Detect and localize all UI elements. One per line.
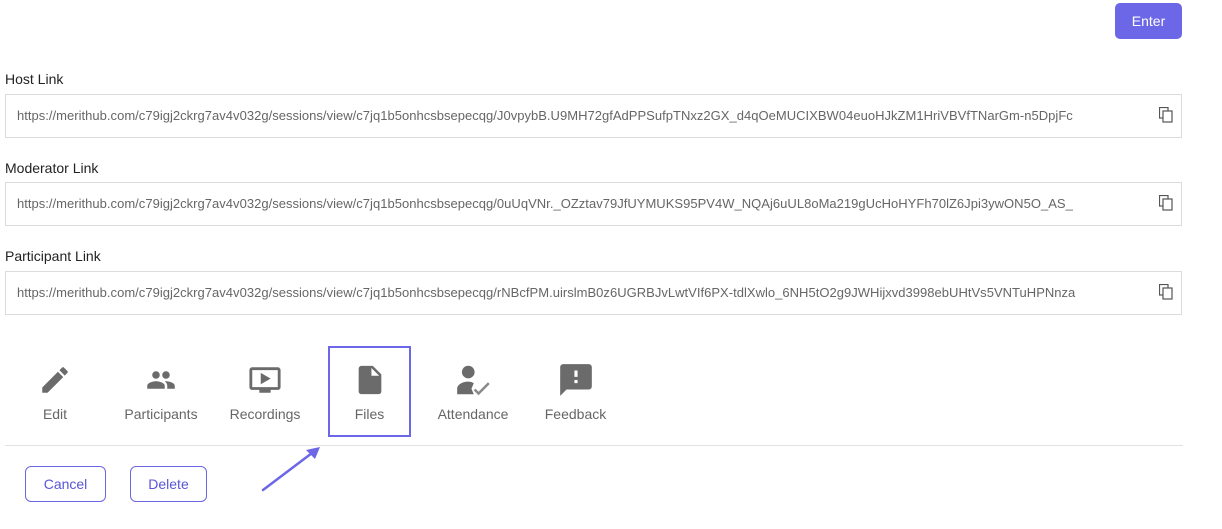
recordings-label: Recordings [229,406,301,422]
copy-icon[interactable] [1159,195,1173,211]
edit-action[interactable]: Edit [25,345,85,435]
session-details-panel: Enter Host Link https://merithub.com/c79… [0,0,1222,529]
participants-action[interactable]: Participants [121,345,201,435]
participants-label: Participants [124,406,198,422]
annotation-arrow-icon [261,447,320,492]
enter-button[interactable]: Enter [1115,3,1182,39]
copy-icon[interactable] [1159,284,1173,300]
attendance-action[interactable]: Attendance [433,345,513,435]
cancel-button[interactable]: Cancel [25,466,106,502]
delete-button[interactable]: Delete [130,466,207,502]
feedback-icon [559,364,592,396]
feedback-label: Feedback [544,406,607,422]
copy-icon[interactable] [1159,107,1173,123]
participant-link-url: https://merithub.com/c79igj2ckrg7av4v032… [17,285,1076,300]
file-icon [358,365,381,395]
moderator-link-label: Moderator Link [5,160,99,176]
recordings-action[interactable]: Recordings [225,345,305,435]
attendance-label: Attendance [437,406,509,422]
files-action[interactable]: Files [331,345,408,435]
moderator-link-field[interactable]: https://merithub.com/c79igj2ckrg7av4v032… [5,182,1182,226]
feedback-action[interactable]: Feedback [538,345,613,435]
divider [5,445,1183,446]
pencil-icon [42,367,68,393]
moderator-link-url: https://merithub.com/c79igj2ckrg7av4v032… [17,196,1073,211]
host-link-url: https://merithub.com/c79igj2ckrg7av4v032… [17,108,1073,123]
video-play-icon [249,367,281,393]
people-icon [147,371,175,389]
files-label: Files [354,406,385,422]
participant-link-field[interactable]: https://merithub.com/c79igj2ckrg7av4v032… [5,271,1182,315]
attendance-icon [457,365,490,396]
participant-link-label: Participant Link [5,248,101,264]
edit-label: Edit [42,406,68,422]
host-link-field[interactable]: https://merithub.com/c79igj2ckrg7av4v032… [5,94,1182,138]
host-link-label: Host Link [5,71,64,87]
